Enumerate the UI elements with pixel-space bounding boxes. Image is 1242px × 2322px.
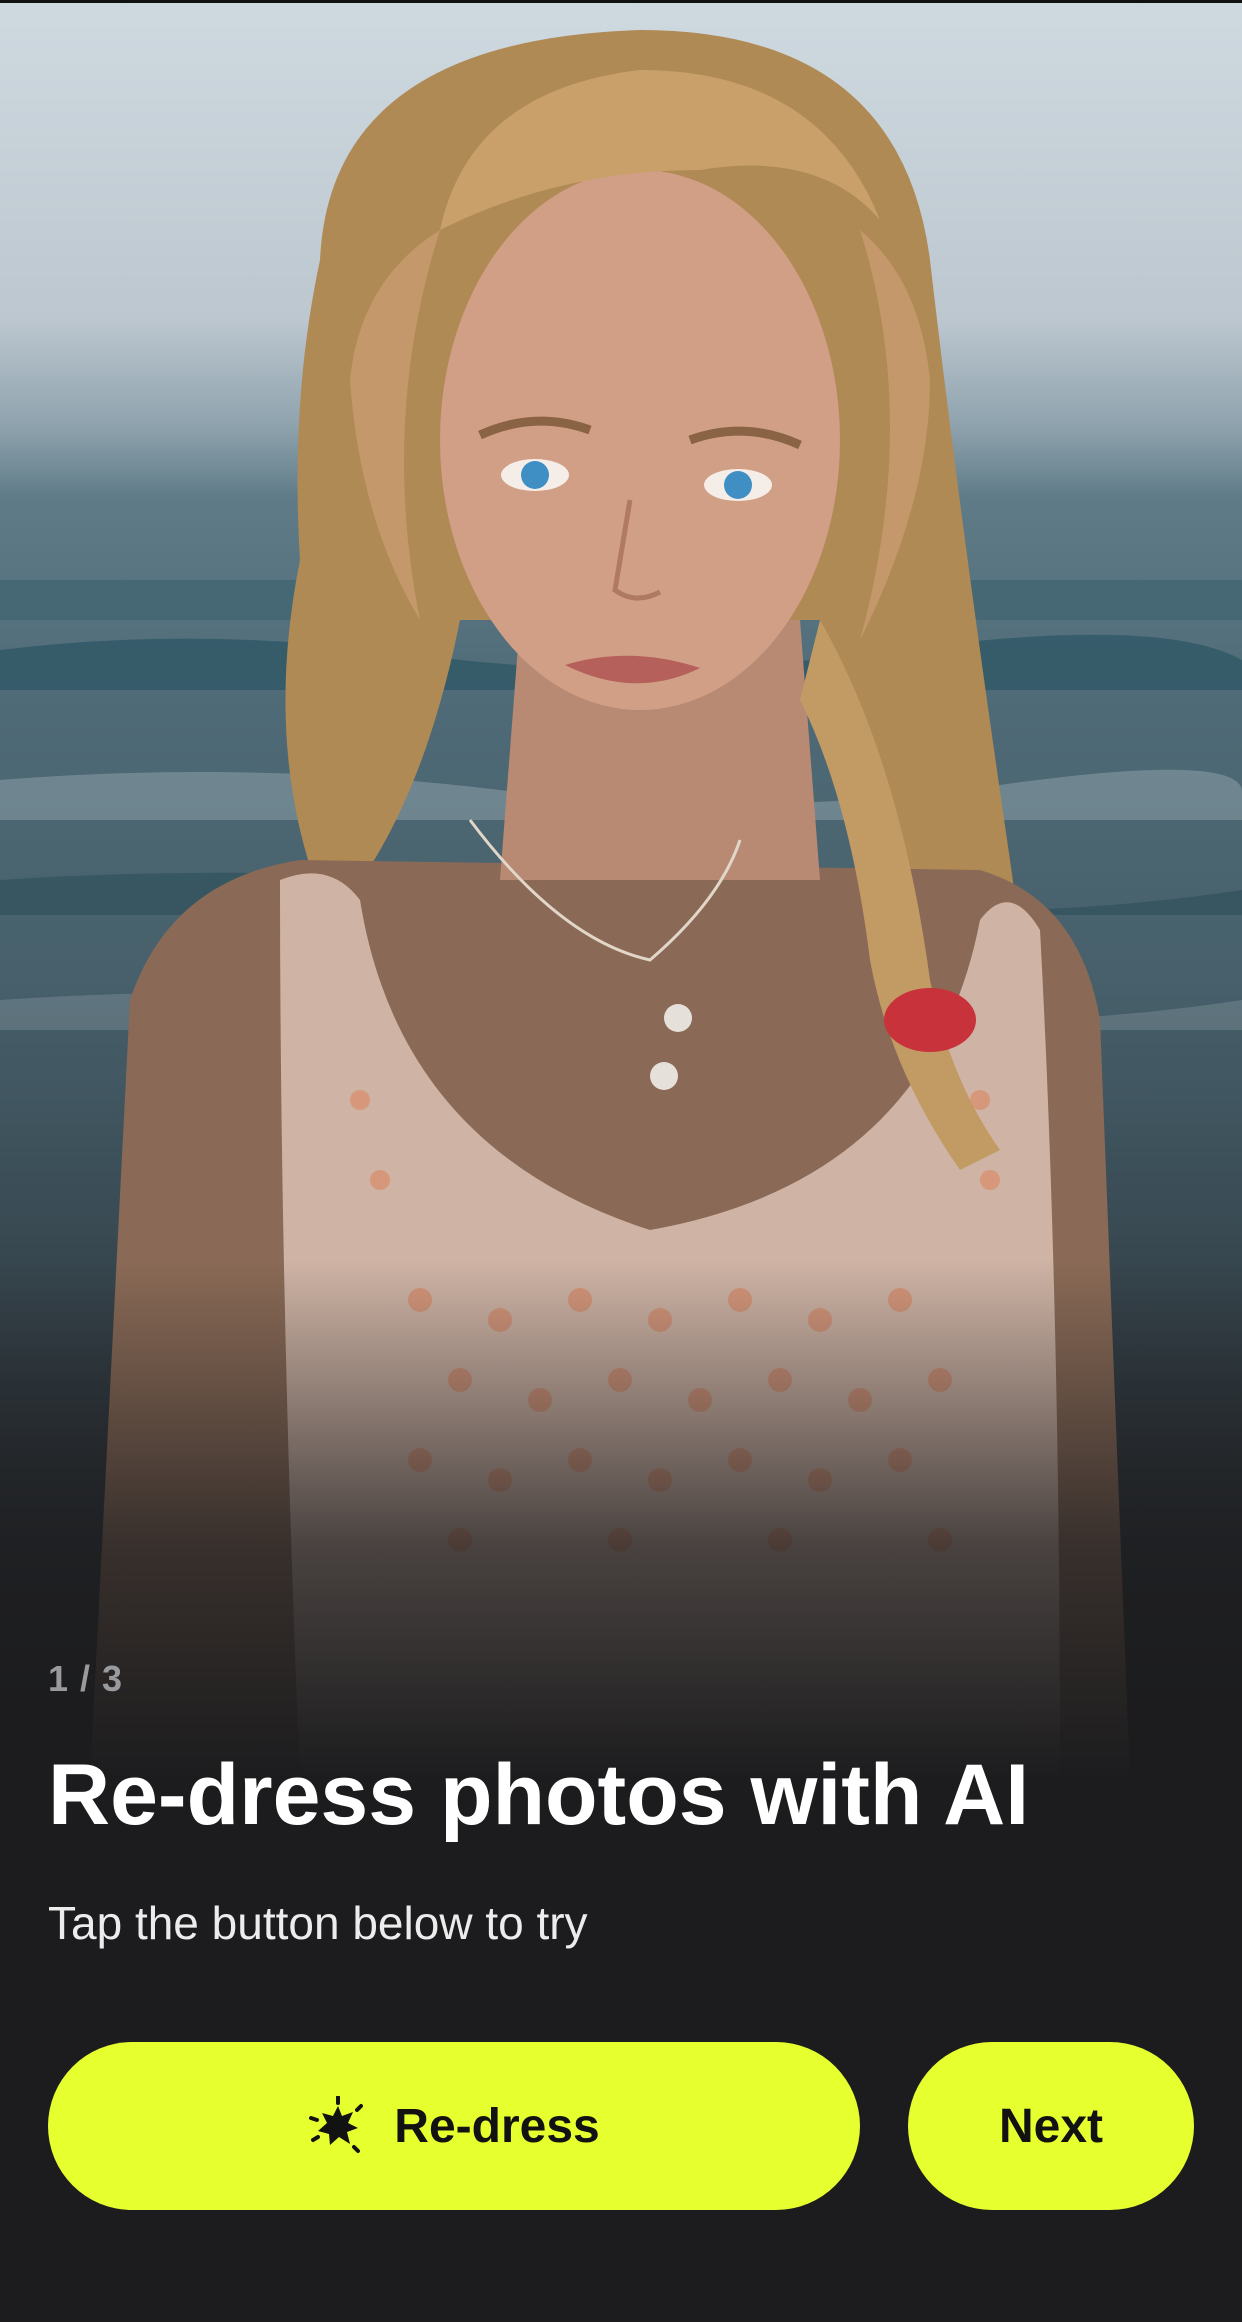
- redress-button-label: Re-dress: [394, 2099, 600, 2153]
- redress-button[interactable]: Re-dress: [48, 2042, 860, 2210]
- page-title: Re-dress photos with AI: [48, 1747, 1030, 1843]
- next-button[interactable]: Next: [908, 2042, 1194, 2210]
- page-subtitle: Tap the button below to try: [48, 1897, 588, 1949]
- status-bar-edge: [0, 0, 1242, 3]
- next-button-label: Next: [998, 2099, 1104, 2153]
- hero-photo: [0, 0, 1242, 1780]
- page-indicator: 1 / 3: [48, 1658, 124, 1699]
- onboarding-screen: 1 / 3 Re-dress photos with AI Tap the bu…: [0, 0, 1242, 2322]
- sparkle-splash-icon: [308, 2095, 368, 2156]
